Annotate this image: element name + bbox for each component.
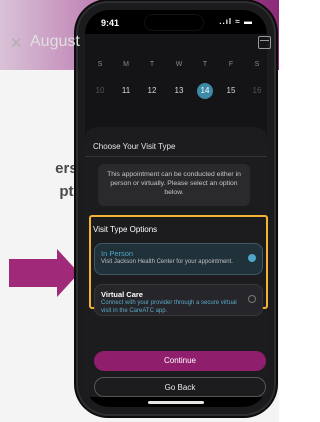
calendar-day[interactable]: 11 xyxy=(118,83,134,99)
option-description: Connect with your provider through a sec… xyxy=(101,300,237,314)
arrow-shaft xyxy=(9,259,57,287)
calendar-day[interactable]: 15 xyxy=(223,83,239,99)
option-virtual-care[interactable]: Virtual Care Connect with your provider … xyxy=(94,284,263,316)
continue-button[interactable]: Continue xyxy=(94,351,266,371)
status-bar: 9:41 ..ıl ≈ ▬ xyxy=(85,10,267,34)
weekday-label: T xyxy=(149,61,155,68)
option-in-person[interactable]: In Person Visit Jackson Health Center fo… xyxy=(94,243,263,275)
option-title: In Person xyxy=(101,249,134,258)
calendar-day[interactable]: 13 xyxy=(171,83,187,99)
close-icon[interactable]: ✕ xyxy=(10,34,23,52)
options-heading: Visit Type Options xyxy=(93,225,158,234)
info-box: This appointment can be conducted either… xyxy=(98,164,250,206)
weekday-label: M xyxy=(123,61,129,68)
weekday-label: W xyxy=(175,61,183,68)
calendar-day[interactable]: 12 xyxy=(144,83,160,99)
radio-selected-icon[interactable] xyxy=(248,254,256,262)
dynamic-island xyxy=(145,15,203,30)
sheet-title: Choose Your Visit Type xyxy=(93,142,176,151)
info-text: This appointment can be conducted either… xyxy=(107,171,241,196)
arrow-head xyxy=(57,249,79,297)
option-title: Virtual Care xyxy=(101,290,143,299)
option-description: Visit Jackson Health Center for your app… xyxy=(101,259,233,265)
status-time: 9:41 xyxy=(101,18,120,28)
home-indicator xyxy=(148,401,204,404)
month-title: August xyxy=(30,33,80,50)
sheet-divider xyxy=(85,156,267,157)
calendar-icon[interactable] xyxy=(258,36,271,49)
weekday-label: S xyxy=(254,61,260,68)
radio-unselected-icon[interactable] xyxy=(248,295,256,303)
calendar-day[interactable]: 10 xyxy=(92,83,108,99)
weekday-label: T xyxy=(202,61,208,68)
calendar-day[interactable]: 16 xyxy=(249,83,265,99)
go-back-button[interactable]: Go Back xyxy=(94,377,266,397)
status-icons: ..ıl ≈ ▬ xyxy=(219,17,253,26)
calendar-day-selected[interactable]: 14 xyxy=(197,83,213,99)
weekday-label: S xyxy=(97,61,103,68)
weekday-label: F xyxy=(228,61,234,68)
